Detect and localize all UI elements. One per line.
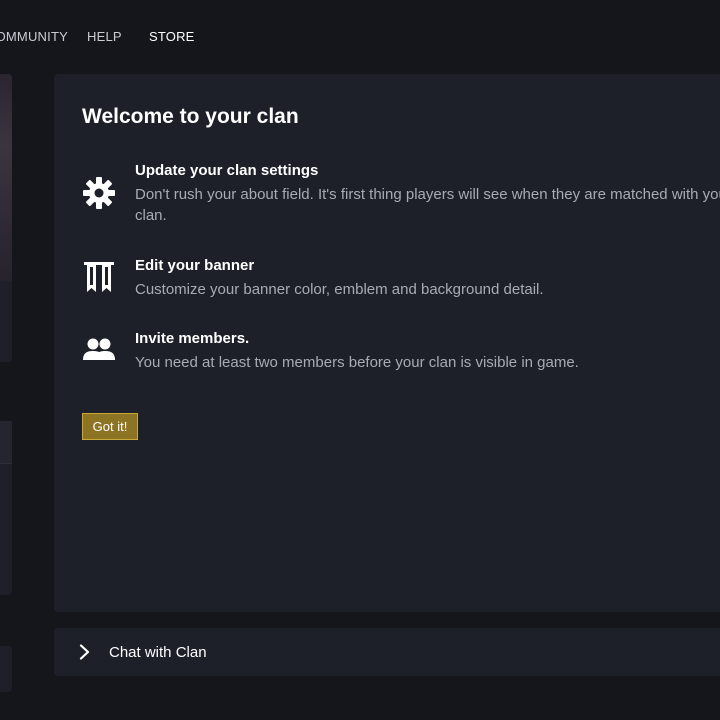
clan-banner-image <box>0 74 12 281</box>
top-navigation: COMMUNITY HELP STORE <box>0 0 720 72</box>
tip-title: Update your clan settings <box>135 162 319 179</box>
welcome-card: Welcome to your clan Update your clan se… <box>54 74 720 612</box>
nav-store[interactable]: STORE <box>149 29 195 44</box>
tip-title: Invite members. <box>135 330 250 347</box>
left-banner-panel <box>0 74 12 362</box>
left-side-panel <box>0 421 12 595</box>
tip-description: You need at least two members before you… <box>135 354 579 371</box>
left-bottom-panel <box>0 646 12 692</box>
chat-with-clan-label: Chat with Clan <box>109 644 207 661</box>
left-panel-header <box>0 421 12 464</box>
chat-with-clan-bar[interactable]: Chat with Clan <box>54 628 720 676</box>
got-it-button[interactable]: Got it! <box>82 413 138 440</box>
members-icon <box>82 334 116 368</box>
tip-description: Customize your banner color, emblem and … <box>135 281 544 298</box>
banner-icon <box>82 260 116 294</box>
welcome-title: Welcome to your clan <box>82 105 299 128</box>
gear-icon <box>82 176 116 210</box>
tip-title: Edit your banner <box>135 257 255 274</box>
tip-description: Don't rush your about field. It's first … <box>135 186 720 224</box>
clan-page: COMMUNITY HELP STORE Welcome to your cla… <box>0 0 720 720</box>
chevron-right-icon <box>78 644 92 660</box>
nav-help[interactable]: HELP <box>87 29 122 44</box>
nav-community[interactable]: COMMUNITY <box>0 29 68 44</box>
